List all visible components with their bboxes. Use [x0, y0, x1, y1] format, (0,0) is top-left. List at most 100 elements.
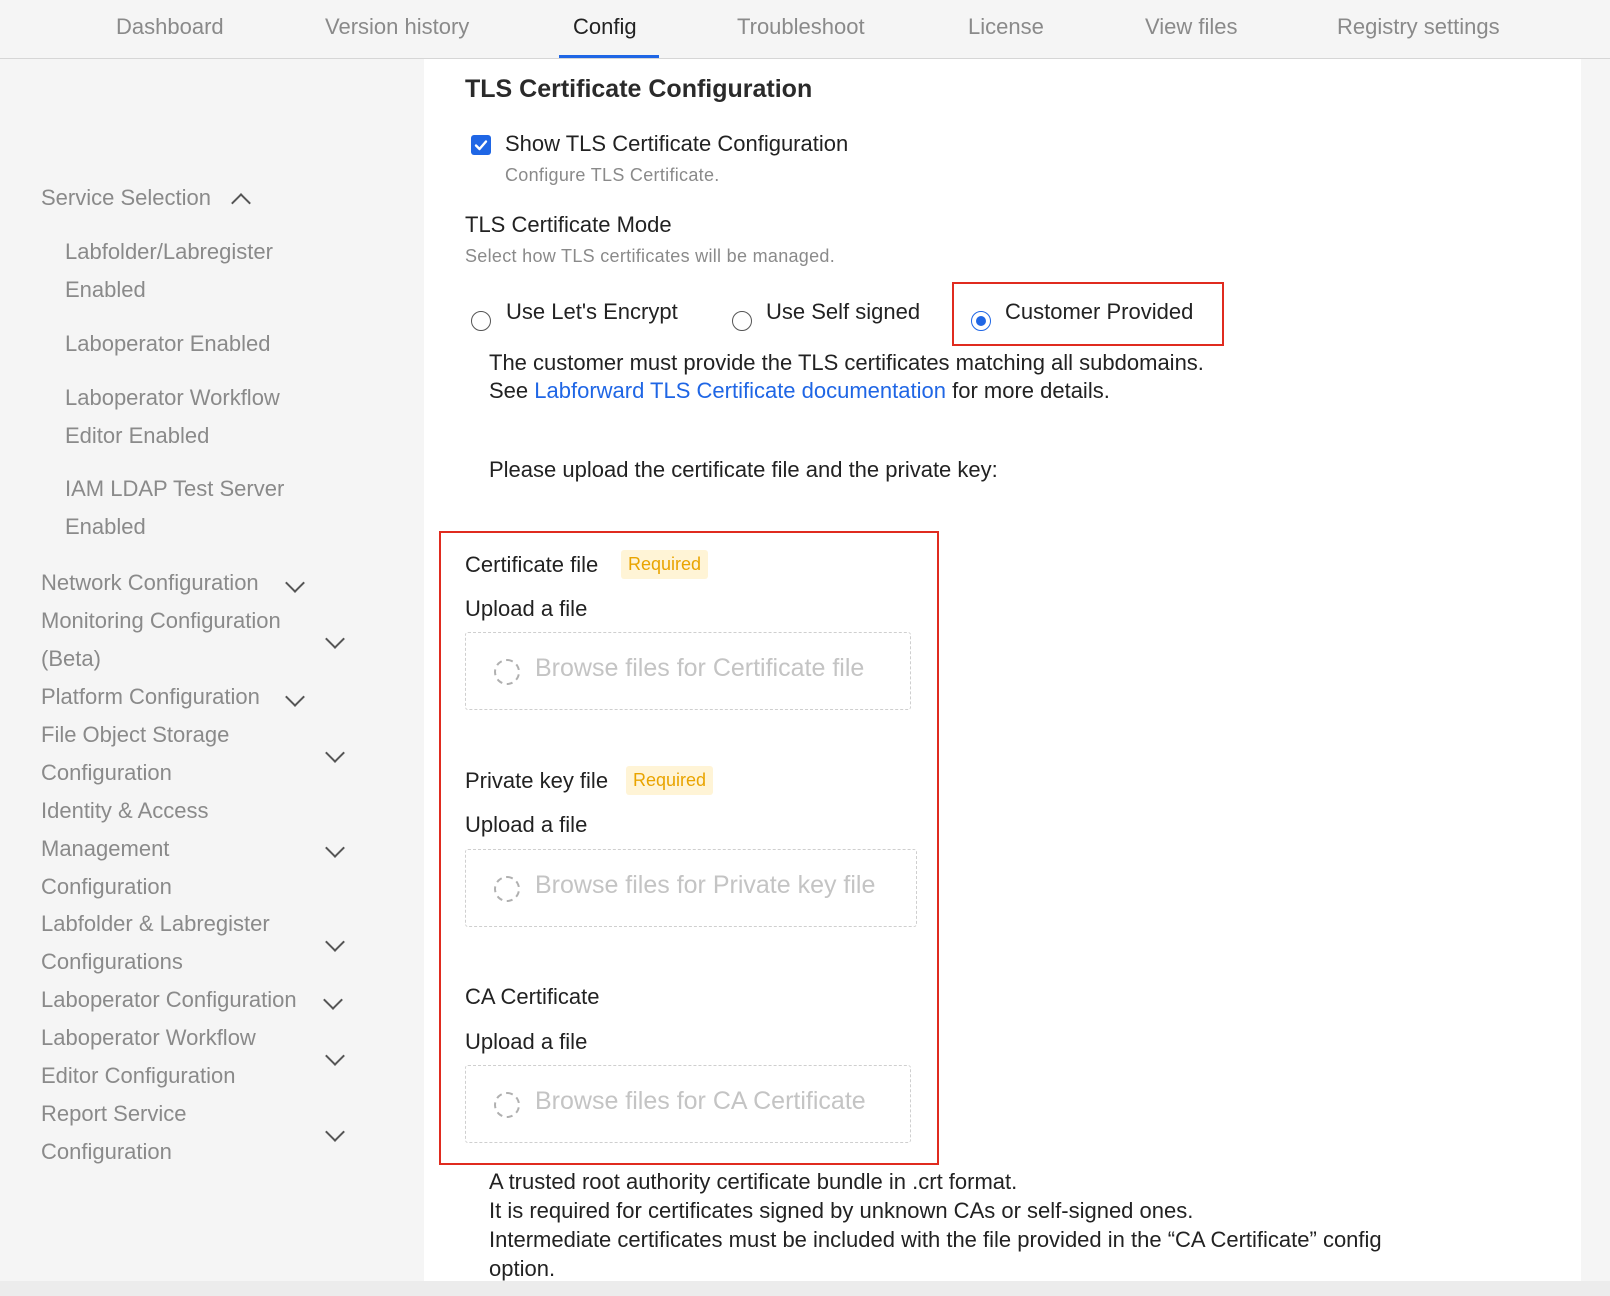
sidebar-item-label: Report Service: [41, 1101, 187, 1126]
tab-dashboard[interactable]: Dashboard: [116, 14, 224, 40]
sidebar-item-label: Laboperator Workflow: [41, 1025, 256, 1050]
sidebar-subitem-laboperator[interactable]: Laboperator Enabled: [65, 325, 271, 363]
tab-config[interactable]: Config: [573, 14, 637, 40]
sidebar-subitem-label: Labfolder/Labregister: [65, 239, 273, 264]
sidebar-subitem-label: Laboperator Workflow: [65, 385, 280, 410]
main-panel: TLS Certificate Configuration Show TLS C…: [424, 59, 1581, 1281]
private-key-upload-label: Upload a file: [465, 812, 588, 837]
sidebar-item-label: (Beta): [41, 646, 101, 671]
radio-lets-encrypt-label[interactable]: Use Let's Encrypt: [506, 299, 678, 325]
chevron-down-icon[interactable]: [285, 573, 305, 593]
upload-spinner-icon: [494, 876, 520, 902]
private-key-file-dropzone[interactable]: Browse files for Private key file: [465, 849, 917, 927]
chevron-down-icon[interactable]: [325, 1046, 345, 1066]
required-badge: Required: [626, 766, 714, 795]
radio-lets-encrypt[interactable]: [471, 311, 491, 331]
upload-spinner-icon: [494, 659, 520, 685]
sidebar-item-file-object-storage[interactable]: File Object Storage Configuration: [41, 716, 229, 792]
sidebar-item-label: Editor Configuration: [41, 1063, 236, 1088]
sidebar-item-label: Identity & Access: [41, 798, 209, 823]
sidebar-subitem-label: Enabled: [65, 277, 146, 302]
upload-prompt: Please upload the certificate file and t…: [489, 457, 998, 482]
sidebar-item-label: File Object Storage: [41, 722, 230, 747]
sidebar-item-label: Network Configuration: [41, 570, 259, 595]
sidebar-subitem-labfolder-labregister[interactable]: Labfolder/Labregister Enabled: [65, 233, 273, 309]
sidebar-item-label: Management: [41, 836, 170, 861]
sidebar-subitem-iam-ldap-test-server[interactable]: IAM LDAP Test Server Enabled: [65, 470, 284, 546]
ca-certificate-label: CA Certificate: [465, 984, 600, 1009]
sidebar-item-network-configuration[interactable]: Network Configuration: [41, 564, 259, 602]
chevron-down-icon[interactable]: [285, 687, 305, 707]
tab-registry-settings[interactable]: Registry settings: [1337, 14, 1500, 40]
ca-help: A trusted root authority certificate bun…: [489, 1167, 1382, 1281]
show-tls-help: Configure TLS Certificate.: [505, 165, 720, 185]
sidebar-subitem-label: Enabled: [65, 514, 146, 539]
certificate-upload-label: Upload a file: [465, 596, 588, 621]
tab-view-files[interactable]: View files: [1145, 14, 1238, 40]
tab-troubleshoot[interactable]: Troubleshoot: [737, 14, 865, 40]
sidebar-item-laboperator-configuration[interactable]: Laboperator Configuration: [41, 981, 297, 1019]
sidebar-item-service-selection[interactable]: Service Selection: [41, 179, 211, 217]
required-badge: Required: [621, 550, 709, 579]
radio-customer-provided[interactable]: [971, 311, 991, 331]
chevron-down-icon[interactable]: [325, 1122, 345, 1142]
private-key-browse-text: Browse files for Private key file: [535, 871, 876, 899]
tab-version-history[interactable]: Version history: [325, 14, 469, 40]
radio-self-signed-label[interactable]: Use Self signed: [766, 299, 920, 325]
tab-license[interactable]: License: [968, 14, 1044, 40]
chevron-down-icon[interactable]: [325, 629, 345, 649]
chevron-up-icon[interactable]: [231, 193, 251, 213]
radio-customer-provided-label[interactable]: Customer Provided: [1005, 299, 1193, 325]
chevron-down-icon[interactable]: [323, 990, 343, 1010]
sidebar-item-platform-configuration[interactable]: Platform Configuration: [41, 678, 260, 716]
sidebar-subitem-label: Editor Enabled: [65, 423, 210, 448]
sidebar-item-label: Platform Configuration: [41, 684, 260, 709]
active-tab-indicator: [559, 55, 659, 58]
private-key-file-label: Private key file: [465, 768, 609, 793]
customer-note-line2: See Labforward TLS Certificate documenta…: [489, 376, 1110, 405]
upload-spinner-icon: [494, 1092, 520, 1118]
customer-note-tail: for more details.: [945, 378, 1110, 403]
ca-certificate-dropzone[interactable]: Browse files for CA Certificate: [465, 1065, 911, 1143]
certificate-file-dropzone[interactable]: Browse files for Certificate file: [465, 632, 911, 710]
certificate-browse-text: Browse files for Certificate file: [535, 654, 865, 682]
certificate-file-label: Certificate file: [465, 552, 599, 577]
ca-browse-text: Browse files for CA Certificate: [535, 1087, 866, 1115]
sidebar-subitem-label: Laboperator Enabled: [65, 331, 271, 356]
show-tls-checkbox[interactable]: [471, 135, 491, 155]
top-nav: Dashboard Version history Config Trouble…: [0, 0, 1610, 59]
ca-upload-label: Upload a file: [465, 1029, 588, 1054]
chevron-down-icon[interactable]: [325, 932, 345, 952]
sidebar-item-labfolder-labregister-configurations[interactable]: Labfolder & Labregister Configurations: [41, 905, 270, 981]
customer-note-see: See: [489, 378, 535, 403]
sidebar-item-monitoring-configuration[interactable]: Monitoring Configuration (Beta): [41, 602, 281, 678]
sidebar-item-label: Configurations: [41, 949, 183, 974]
radio-self-signed[interactable]: [732, 311, 752, 331]
sidebar: Service Selection Labfolder/Labregister …: [0, 59, 424, 1289]
chevron-down-icon[interactable]: [325, 838, 345, 858]
sidebar-item-label: Configuration: [41, 874, 172, 899]
chevron-down-icon[interactable]: [325, 743, 345, 763]
sidebar-item-report-service-configuration[interactable]: Report Service Configuration: [41, 1095, 187, 1171]
sidebar-item-identity-access-management[interactable]: Identity & Access Management Configurati…: [41, 792, 209, 906]
sidebar-item-label: Monitoring Configuration: [41, 608, 281, 633]
sidebar-item-label: Laboperator Configuration: [41, 987, 297, 1012]
tls-mode-label: TLS Certificate Mode: [465, 212, 672, 237]
ca-help-line: option.: [489, 1256, 556, 1281]
customer-note-line1: The customer must provide the TLS certif…: [489, 350, 1204, 375]
ca-help-line: A trusted root authority certificate bun…: [489, 1169, 1018, 1194]
sidebar-subitem-label: IAM LDAP Test Server: [65, 476, 285, 501]
tls-documentation-link[interactable]: Labforward TLS Certificate documentation: [534, 378, 946, 403]
tls-mode-help: Select how TLS certificates will be mana…: [465, 246, 836, 266]
ca-help-line: It is required for certificates signed b…: [489, 1198, 1194, 1223]
sidebar-item-label: Configuration: [41, 760, 172, 785]
ca-help-line: Intermediate certificates must be includ…: [489, 1227, 1382, 1252]
sidebar-item-label: Service Selection: [41, 185, 211, 210]
sidebar-item-label: Configuration: [41, 1139, 172, 1164]
show-tls-label[interactable]: Show TLS Certificate Configuration: [505, 131, 848, 157]
section-title: TLS Certificate Configuration: [465, 75, 813, 103]
sidebar-item-label: Labfolder & Labregister: [41, 911, 270, 936]
sidebar-subitem-laboperator-workflow-editor[interactable]: Laboperator Workflow Editor Enabled: [65, 379, 280, 455]
horizontal-scroll-area: [0, 1281, 1610, 1296]
sidebar-item-laboperator-workflow-editor-configuration[interactable]: Laboperator Workflow Editor Configuratio…: [41, 1019, 256, 1095]
